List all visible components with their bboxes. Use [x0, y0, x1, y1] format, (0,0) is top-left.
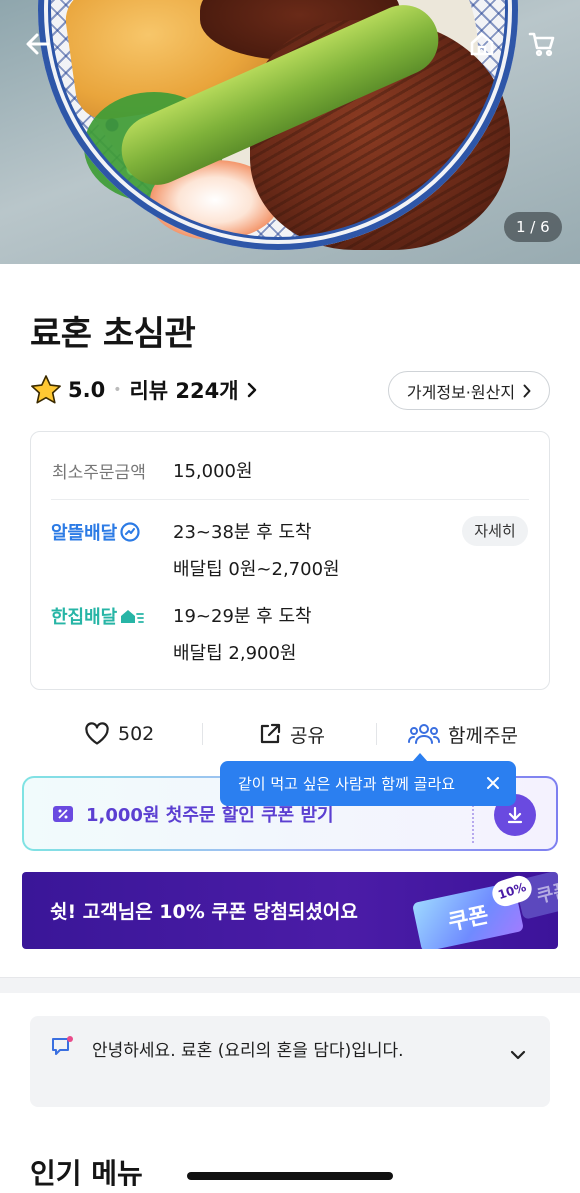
- delivery-info-card: 최소주문금액 15,000원 알뜰배달 23~38분 후 도착 배달팁 0원~2…: [30, 431, 550, 690]
- cart-icon: [528, 32, 555, 57]
- heart-icon: [85, 722, 109, 745]
- rating-value: 5.0: [68, 378, 106, 402]
- section-divider: [0, 977, 580, 993]
- share-label: 공유: [290, 724, 325, 747]
- saver-delivery-label: 알뜰배달: [51, 523, 118, 544]
- image-page-counter: 1 / 6: [504, 212, 562, 242]
- store-name: 료혼 초심관: [30, 314, 196, 354]
- brand-saver-delivery: 알뜰배달: [51, 519, 140, 545]
- single-delivery-tip: 배달팁 2,900원: [173, 643, 297, 664]
- action-divider: [202, 723, 203, 745]
- notice-megaphone-icon: [52, 1036, 73, 1055]
- store-info-button[interactable]: 가게정보·원산지: [388, 371, 550, 410]
- star-icon: [31, 375, 61, 404]
- group-order-button[interactable]: 함께주문: [408, 716, 518, 752]
- chevron-right-icon: [523, 384, 531, 397]
- store-info-label: 가게정보·원산지: [406, 382, 516, 402]
- lightning-badge-icon: [120, 522, 140, 542]
- like-button[interactable]: 502: [84, 716, 154, 752]
- min-order-value: 15,000원: [173, 461, 253, 482]
- cart-button[interactable]: [522, 24, 562, 64]
- group-order-label: 함께주문: [448, 724, 518, 747]
- coupon-promo-banner[interactable]: 쉿! 고객님은 10% 쿠폰 당첨되셨어요 쿠폰 쿠폰 10%: [22, 872, 558, 949]
- notice-text: 안녕하세요. 료혼 (요리의 혼을 담다)입니다.: [92, 1041, 404, 1061]
- share-icon: [260, 723, 281, 744]
- single-delivery-eta: 19~29분 후 도착: [173, 606, 312, 627]
- home-button[interactable]: [462, 24, 502, 64]
- like-count: 502: [118, 723, 155, 745]
- store-notice[interactable]: 안녕하세요. 료혼 (요리의 혼을 담다)입니다.: [30, 1016, 550, 1107]
- single-delivery-label: 한집배달: [51, 607, 118, 628]
- coupon-percent-icon: [53, 805, 73, 822]
- min-order-label: 최소주문금액: [52, 463, 146, 483]
- house-speed-icon: [121, 610, 145, 623]
- saver-delivery-eta: 23~38분 후 도착: [173, 522, 312, 543]
- tooltip-text: 같이 먹고 싶은 사람과 함께 골라요: [238, 775, 456, 793]
- rating-row: 5.0 • 리뷰 224개: [30, 372, 257, 408]
- action-divider: [376, 723, 377, 745]
- store-actions: 502 공유 함께주문: [30, 716, 550, 752]
- home-icon: [470, 32, 494, 56]
- back-arrow-icon: [26, 33, 50, 55]
- popular-menu-title: 인기 메뉴: [30, 1157, 143, 1190]
- group-order-tooltip: 같이 먹고 싶은 사람과 함께 골라요: [220, 761, 516, 806]
- promo-text: 쉿! 고객님은 10% 쿠폰 당첨되셨어요: [50, 901, 358, 923]
- review-count: 리뷰 224개: [129, 379, 239, 403]
- group-users-icon: [408, 724, 440, 744]
- detail-button[interactable]: 자세히: [462, 516, 528, 546]
- close-icon[interactable]: [484, 774, 502, 792]
- card-divider: [51, 499, 529, 500]
- saver-delivery-tip: 배달팁 0원~2,700원: [173, 559, 340, 580]
- hero-image[interactable]: 1 / 6: [0, 0, 580, 264]
- back-button[interactable]: [18, 24, 58, 64]
- download-icon: [507, 806, 523, 824]
- separator-dot: •: [113, 382, 122, 398]
- share-button[interactable]: 공유: [258, 716, 325, 752]
- chevron-right-icon: [247, 382, 256, 398]
- brand-single-delivery: 한집배달: [51, 603, 145, 629]
- home-indicator[interactable]: [187, 1172, 393, 1180]
- review-link[interactable]: 리뷰 224개: [129, 375, 256, 405]
- chevron-down-icon[interactable]: [510, 1050, 526, 1060]
